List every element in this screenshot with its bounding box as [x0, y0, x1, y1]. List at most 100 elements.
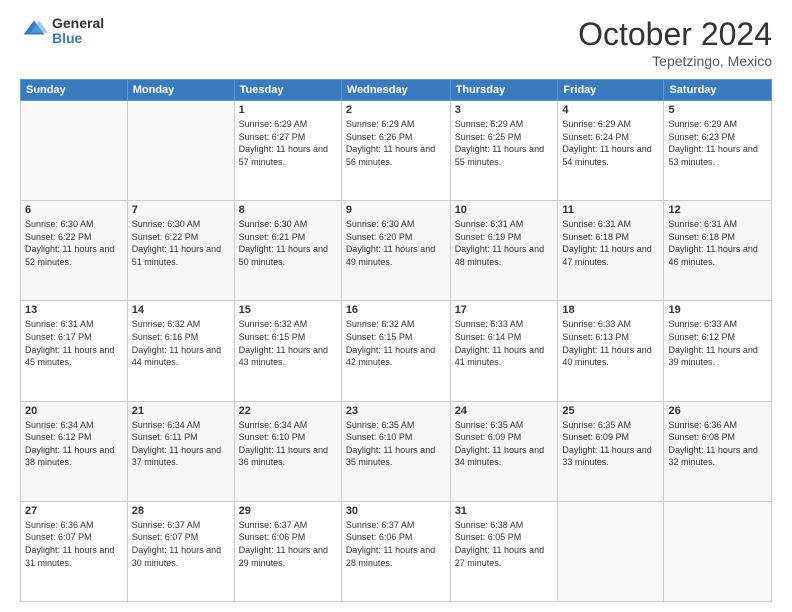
day-info: Sunrise: 6:31 AMSunset: 6:18 PMDaylight:… — [562, 218, 659, 268]
cell-4-6 — [664, 501, 772, 601]
cell-4-3: 30Sunrise: 6:37 AMSunset: 6:06 PMDayligh… — [341, 501, 450, 601]
day-info: Sunrise: 6:36 AMSunset: 6:08 PMDaylight:… — [668, 419, 767, 469]
day-number: 18 — [562, 304, 659, 316]
day-number: 24 — [455, 405, 554, 417]
cell-4-5 — [558, 501, 664, 601]
header-thursday: Thursday — [450, 80, 558, 101]
day-number: 2 — [346, 104, 446, 116]
day-info: Sunrise: 6:35 AMSunset: 6:09 PMDaylight:… — [562, 419, 659, 469]
day-number: 22 — [239, 405, 337, 417]
day-number: 11 — [562, 204, 659, 216]
cell-1-0: 6 Sunrise: 6:30 AMSunset: 6:22 PMDaylight… — [21, 201, 128, 301]
cell-0-5: 4 Sunrise: 6:29 AMSunset: 6:24 PMDaylight… — [558, 101, 664, 201]
day-info: Sunrise: 6:38 AMSunset: 6:05 PMDaylight:… — [455, 519, 554, 569]
day-number: 25 — [562, 405, 659, 417]
day-number: 27 — [25, 505, 123, 517]
day-info: Sunrise: 6:35 AMSunset: 6:10 PMDaylight:… — [346, 419, 446, 469]
day-number: 26 — [668, 405, 767, 417]
day-info: Sunrise: 6:30 AMSunset: 6:21 PMDaylight:… — [239, 218, 337, 268]
cell-2-6: 19Sunrise: 6:33 AMSunset: 6:12 PMDayligh… — [664, 301, 772, 401]
day-number: 9 — [346, 204, 446, 216]
day-number: 30 — [346, 505, 446, 517]
cell-4-1: 28Sunrise: 6:37 AMSunset: 6:07 PMDayligh… — [127, 501, 234, 601]
day-info: Sunrise: 6:29 AMSunset: 6:25 PMDaylight:… — [455, 118, 554, 168]
header-wednesday: Wednesday — [341, 80, 450, 101]
calendar-table: Sunday Monday Tuesday Wednesday Thursday… — [20, 79, 772, 602]
day-number: 14 — [132, 304, 230, 316]
day-info: Sunrise: 6:31 AMSunset: 6:18 PMDaylight:… — [668, 218, 767, 268]
day-number: 28 — [132, 505, 230, 517]
day-number: 6 — [25, 204, 123, 216]
header: General Blue October 2024 Tepetzingo, Me… — [20, 16, 772, 69]
cell-0-3: 2 Sunrise: 6:29 AMSunset: 6:26 PMDaylight… — [341, 101, 450, 201]
day-info: Sunrise: 6:33 AMSunset: 6:14 PMDaylight:… — [455, 318, 554, 368]
day-info: Sunrise: 6:30 AMSunset: 6:22 PMDaylight:… — [132, 218, 230, 268]
logo-icon — [20, 17, 48, 45]
day-info: Sunrise: 6:32 AMSunset: 6:15 PMDaylight:… — [239, 318, 337, 368]
day-info: Sunrise: 6:35 AMSunset: 6:09 PMDaylight:… — [455, 419, 554, 469]
cell-2-2: 15 Sunrise: 6:32 AMSunset: 6:15 PMDayligh… — [234, 301, 341, 401]
day-number: 8 — [239, 204, 337, 216]
week-row-3: 20Sunrise: 6:34 AMSunset: 6:12 PMDayligh… — [21, 401, 772, 501]
cell-4-0: 27 Sunrise: 6:36 AMSunset: 6:07 PMDayligh… — [21, 501, 128, 601]
cell-4-4: 31 Sunrise: 6:38 AMSunset: 6:05 PMDayligh… — [450, 501, 558, 601]
cell-0-0 — [21, 101, 128, 201]
day-info: Sunrise: 6:31 AMSunset: 6:17 PMDaylight:… — [25, 318, 123, 368]
cell-0-2: 1 Sunrise: 6:29 AMSunset: 6:27 PMDaylight… — [234, 101, 341, 201]
week-row-0: 1 Sunrise: 6:29 AMSunset: 6:27 PMDaylight… — [21, 101, 772, 201]
cell-1-4: 10 Sunrise: 6:31 AMSunset: 6:19 PMDayligh… — [450, 201, 558, 301]
cell-2-4: 17 Sunrise: 6:33 AMSunset: 6:14 PMDayligh… — [450, 301, 558, 401]
cell-1-6: 12Sunrise: 6:31 AMSunset: 6:18 PMDayligh… — [664, 201, 772, 301]
day-number: 5 — [668, 104, 767, 116]
cell-0-4: 3 Sunrise: 6:29 AMSunset: 6:25 PMDaylight… — [450, 101, 558, 201]
logo-general-text: General — [52, 16, 104, 31]
day-number: 17 — [455, 304, 554, 316]
cell-1-5: 11 Sunrise: 6:31 AMSunset: 6:18 PMDayligh… — [558, 201, 664, 301]
week-row-1: 6 Sunrise: 6:30 AMSunset: 6:22 PMDaylight… — [21, 201, 772, 301]
day-info: Sunrise: 6:29 AMSunset: 6:24 PMDaylight:… — [562, 118, 659, 168]
day-number: 7 — [132, 204, 230, 216]
logo-blue-text: Blue — [52, 31, 104, 46]
day-info: Sunrise: 6:31 AMSunset: 6:19 PMDaylight:… — [455, 218, 554, 268]
day-number: 4 — [562, 104, 659, 116]
cell-2-1: 14Sunrise: 6:32 AMSunset: 6:16 PMDayligh… — [127, 301, 234, 401]
day-info: Sunrise: 6:36 AMSunset: 6:07 PMDaylight:… — [25, 519, 123, 569]
day-number: 3 — [455, 104, 554, 116]
header-monday: Monday — [127, 80, 234, 101]
day-number: 15 — [239, 304, 337, 316]
day-number: 10 — [455, 204, 554, 216]
cell-3-2: 22 Sunrise: 6:34 AMSunset: 6:10 PMDayligh… — [234, 401, 341, 501]
day-info: Sunrise: 6:37 AMSunset: 6:06 PMDaylight:… — [239, 519, 337, 569]
header-sunday: Sunday — [21, 80, 128, 101]
day-info: Sunrise: 6:30 AMSunset: 6:22 PMDaylight:… — [25, 218, 123, 268]
day-number: 29 — [239, 505, 337, 517]
cell-3-5: 25 Sunrise: 6:35 AMSunset: 6:09 PMDayligh… — [558, 401, 664, 501]
cell-1-1: 7 Sunrise: 6:30 AMSunset: 6:22 PMDaylight… — [127, 201, 234, 301]
cell-3-6: 26 Sunrise: 6:36 AMSunset: 6:08 PMDayligh… — [664, 401, 772, 501]
header-friday: Friday — [558, 80, 664, 101]
cell-2-0: 13 Sunrise: 6:31 AMSunset: 6:17 PMDayligh… — [21, 301, 128, 401]
week-row-2: 13 Sunrise: 6:31 AMSunset: 6:17 PMDayligh… — [21, 301, 772, 401]
calendar-page: General Blue October 2024 Tepetzingo, Me… — [0, 0, 792, 612]
cell-3-4: 24 Sunrise: 6:35 AMSunset: 6:09 PMDayligh… — [450, 401, 558, 501]
cell-0-1 — [127, 101, 234, 201]
day-info: Sunrise: 6:32 AMSunset: 6:15 PMDaylight:… — [346, 318, 446, 368]
cell-0-6: 5 Sunrise: 6:29 AMSunset: 6:23 PMDaylight… — [664, 101, 772, 201]
day-info: Sunrise: 6:33 AMSunset: 6:12 PMDaylight:… — [668, 318, 767, 368]
header-tuesday: Tuesday — [234, 80, 341, 101]
logo-text: General Blue — [52, 16, 104, 47]
day-info: Sunrise: 6:34 AMSunset: 6:11 PMDaylight:… — [132, 419, 230, 469]
day-number: 1 — [239, 104, 337, 116]
day-number: 31 — [455, 505, 554, 517]
cell-3-0: 20Sunrise: 6:34 AMSunset: 6:12 PMDayligh… — [21, 401, 128, 501]
day-info: Sunrise: 6:33 AMSunset: 6:13 PMDaylight:… — [562, 318, 659, 368]
cell-3-3: 23 Sunrise: 6:35 AMSunset: 6:10 PMDayligh… — [341, 401, 450, 501]
day-info: Sunrise: 6:29 AMSunset: 6:26 PMDaylight:… — [346, 118, 446, 168]
day-info: Sunrise: 6:29 AMSunset: 6:23 PMDaylight:… — [668, 118, 767, 168]
day-number: 13 — [25, 304, 123, 316]
cell-2-5: 18 Sunrise: 6:33 AMSunset: 6:13 PMDayligh… — [558, 301, 664, 401]
day-number: 23 — [346, 405, 446, 417]
cell-2-3: 16Sunrise: 6:32 AMSunset: 6:15 PMDayligh… — [341, 301, 450, 401]
day-info: Sunrise: 6:34 AMSunset: 6:10 PMDaylight:… — [239, 419, 337, 469]
day-info: Sunrise: 6:29 AMSunset: 6:27 PMDaylight:… — [239, 118, 337, 168]
